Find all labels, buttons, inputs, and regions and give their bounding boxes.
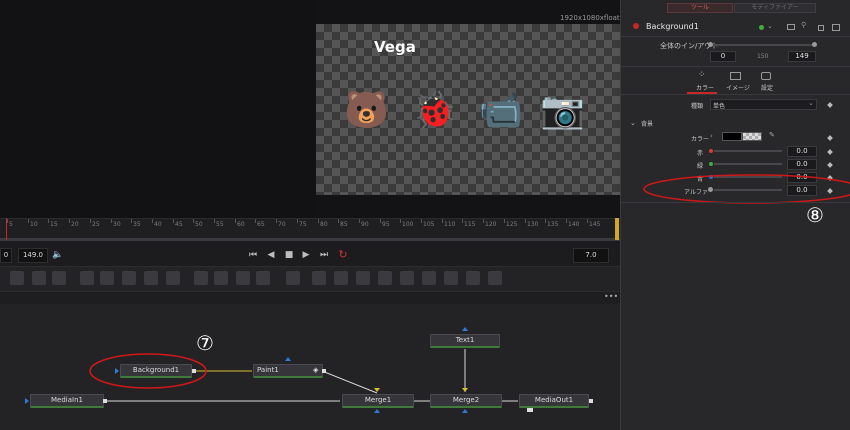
annotation-seven: ⑦ [196,331,214,355]
merge1-mask-port[interactable] [374,409,380,413]
mediaout1-view-indicator [527,408,533,412]
merge2-mask-port[interactable] [462,409,468,413]
node-text1[interactable]: Text1 [430,334,500,348]
node-mediain1[interactable]: MediaIn1 [30,394,104,408]
merge2-foreground-port[interactable] [462,388,468,392]
node-mediaout1[interactable]: MediaOut1 [519,394,589,408]
paint1-marker-icon: ◈ [313,366,319,374]
annotation-eight: ⑧ [806,203,824,227]
merge1-foreground-port[interactable] [374,388,380,392]
mediain1-input-port[interactable] [25,398,29,404]
background1-input-port[interactable] [115,368,119,374]
text1-input-port[interactable] [462,327,468,331]
node-merge1[interactable]: Merge1 [342,394,414,408]
node-background1[interactable]: Background1 [120,364,192,378]
background1-output-port[interactable] [192,369,196,373]
paint1-output-port[interactable] [322,369,326,373]
mediaout1-output-port[interactable] [589,399,593,403]
paint1-top-port[interactable] [285,357,291,361]
node-merge2[interactable]: Merge2 [430,394,502,408]
mediain1-output-port[interactable] [103,399,107,403]
